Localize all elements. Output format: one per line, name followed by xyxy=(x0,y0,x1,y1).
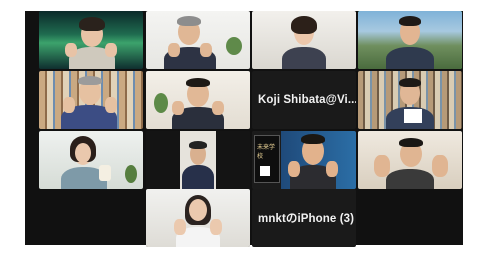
participant-video-tile[interactable] xyxy=(39,131,143,189)
participant-video-tile[interactable] xyxy=(358,71,462,129)
participant-name-tile[interactable]: mnktのiPhone (3) xyxy=(252,189,356,247)
participant-name-tile[interactable]: Koji Shibata@Vi... xyxy=(252,71,356,129)
participant-video-tile[interactable] xyxy=(252,11,356,69)
zoom-gallery-view: Koji Shibata@Vi... 未来学校 mnktのiPhone (3) xyxy=(25,11,463,247)
participant-video-tile[interactable] xyxy=(146,71,250,129)
participant-video-tile[interactable]: 未来学校 xyxy=(252,131,356,189)
book-cover-title: 未来学校 xyxy=(257,144,276,160)
participant-video-tile[interactable] xyxy=(358,131,462,189)
participant-video-tile-active-speaker[interactable] xyxy=(358,11,462,69)
participant-name: Koji Shibata@Vi... xyxy=(258,94,356,106)
participant-video-tile[interactable] xyxy=(39,11,143,69)
participant-video-tile[interactable] xyxy=(146,189,250,247)
participant-video-tile[interactable] xyxy=(146,11,250,69)
participant-video-tile[interactable] xyxy=(39,71,143,129)
participant-name: mnktのiPhone (3) xyxy=(258,213,355,225)
participant-video-tile[interactable] xyxy=(146,131,250,189)
